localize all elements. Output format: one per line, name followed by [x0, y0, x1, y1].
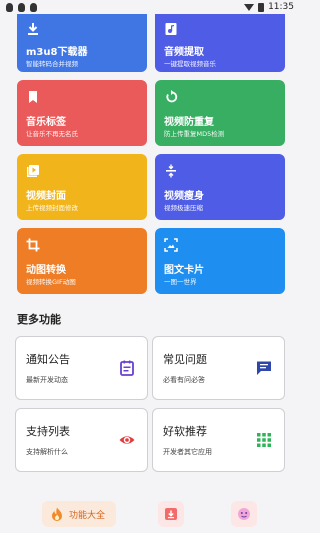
tile-title: 音乐标签 — [26, 117, 66, 128]
nav-download-tab[interactable] — [158, 501, 184, 527]
tile-music-tag[interactable]: 音乐标签 让音乐不再无名氏 — [17, 80, 147, 146]
tile-title: 音频提取 — [164, 47, 204, 58]
section-title: 更多功能 — [17, 313, 61, 326]
tile-subtitle: 防上传重复MD5检测 — [164, 130, 225, 138]
crop-icon — [26, 238, 40, 252]
tile-title: 视频瘦身 — [164, 191, 204, 202]
tile-subtitle: 让音乐不再无名氏 — [26, 130, 78, 138]
card-subtitle: 必看有问必答 — [163, 376, 205, 384]
face-icon — [238, 508, 250, 520]
status-bar: 11:35 — [0, 0, 300, 14]
video-cover-icon — [27, 165, 39, 177]
card-support-list[interactable]: 支持列表 支持解析什么 — [15, 408, 148, 472]
download-icon — [28, 23, 38, 35]
battery-icon — [258, 2, 265, 12]
card-title: 支持列表 — [26, 425, 70, 438]
eye-icon — [119, 436, 135, 444]
bookmark-icon — [29, 91, 37, 103]
tile-subtitle: 智能转码合并视频 — [26, 60, 78, 68]
card-subtitle: 最新开发动态 — [26, 376, 68, 384]
tile-title: m3u8下载器 — [26, 47, 88, 58]
bottom-nav: 功能大全 — [0, 495, 300, 533]
more-features: 通知公告 最新开发动态 常见问题 必看有问必答 支持列表 支持解析什么 好软推荐… — [15, 336, 285, 472]
tile-subtitle: 视频转换GIF动图 — [26, 278, 76, 286]
flame-icon — [52, 507, 62, 521]
tile-subtitle: 一图一世界 — [164, 278, 197, 286]
card-subtitle: 开发者其它应用 — [163, 448, 212, 456]
tile-title: 视频封面 — [26, 191, 66, 202]
nav-features-label: 功能大全 — [69, 510, 106, 521]
tile-image-card[interactable]: 图文卡片 一图一世界 — [155, 228, 285, 294]
notification-icons — [6, 2, 37, 12]
clock: 11:35 — [268, 2, 294, 12]
tile-audio-extract[interactable]: 音频提取 一键提取视频音乐 — [155, 14, 285, 72]
music-file-icon — [165, 23, 177, 35]
tile-video-compress[interactable]: 视频瘦身 视频极速压缩 — [155, 154, 285, 220]
tile-subtitle: 一键提取视频音乐 — [164, 60, 216, 68]
tile-title: 图文卡片 — [164, 265, 204, 276]
card-recommend[interactable]: 好软推荐 开发者其它应用 — [152, 408, 285, 472]
qq-icon — [18, 2, 25, 12]
tile-title: 动图转换 — [26, 265, 66, 276]
tile-subtitle: 视频极速压缩 — [164, 204, 203, 212]
nav-profile-tab[interactable] — [231, 501, 257, 527]
card-faq[interactable]: 常见问题 必看有问必答 — [152, 336, 285, 400]
card-title: 通知公告 — [26, 353, 70, 366]
image-card-icon — [164, 238, 178, 252]
qq-icon — [30, 2, 37, 12]
tile-m3u8-downloader[interactable]: m3u8下载器 智能转码合并视频 — [17, 14, 147, 72]
qq-icon — [6, 2, 13, 12]
chat-icon — [257, 361, 271, 375]
download-box-icon — [165, 508, 177, 520]
compress-icon — [166, 164, 176, 178]
card-notice[interactable]: 通知公告 最新开发动态 — [15, 336, 148, 400]
card-title: 常见问题 — [163, 353, 207, 366]
tile-subtitle: 上传视频封面修改 — [26, 204, 78, 212]
tile-title: 视频防重复 — [164, 117, 214, 128]
tile-video-cover[interactable]: 视频封面 上传视频封面修改 — [17, 154, 147, 220]
tile-gif-convert[interactable]: 动图转换 视频转换GIF动图 — [17, 228, 147, 294]
tool-grid: m3u8下载器 智能转码合并视频 音频提取 一键提取视频音乐 音乐标签 让音乐不… — [17, 14, 285, 294]
apps-grid-icon — [257, 433, 271, 447]
notice-icon — [120, 360, 134, 376]
card-subtitle: 支持解析什么 — [26, 448, 68, 456]
card-title: 好软推荐 — [163, 425, 207, 438]
wifi-icon — [244, 3, 255, 11]
tile-video-dedupe[interactable]: 视频防重复 防上传重复MD5检测 — [155, 80, 285, 146]
refresh-icon — [166, 90, 178, 103]
nav-features-tab[interactable]: 功能大全 — [42, 501, 116, 527]
